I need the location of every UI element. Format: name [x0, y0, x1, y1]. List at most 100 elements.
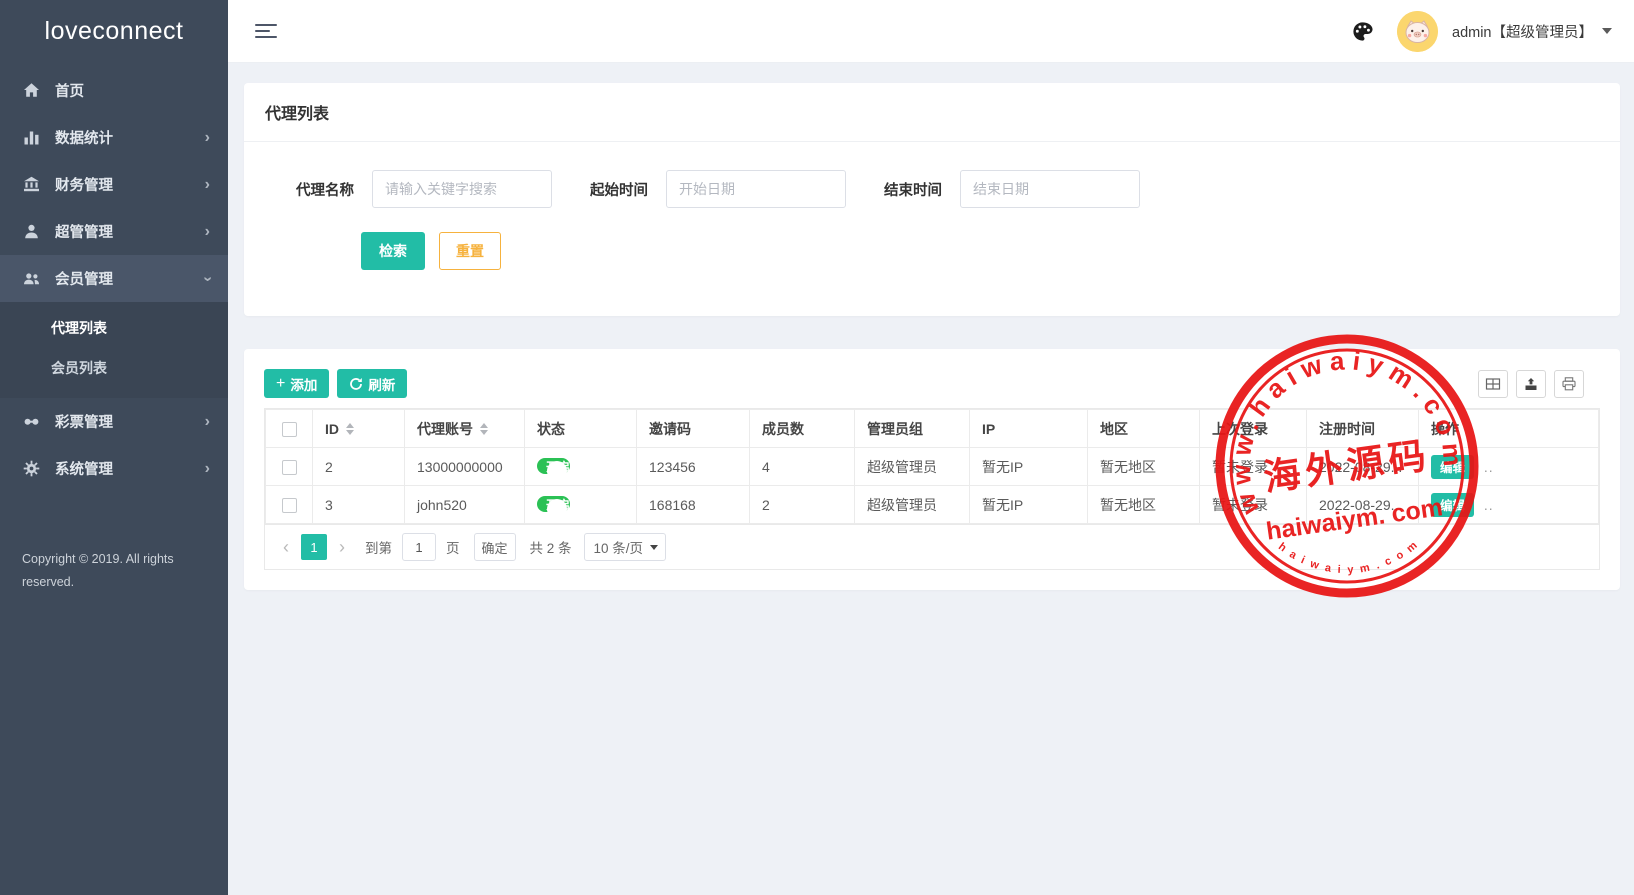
- cell-account: 13000000000: [405, 448, 525, 486]
- theme-palette-icon[interactable]: [1349, 18, 1375, 44]
- add-button[interactable]: + 添加: [264, 369, 329, 398]
- print-button[interactable]: [1554, 370, 1584, 398]
- bank-icon: [22, 176, 40, 194]
- column-header-regtime: 注册时间: [1307, 410, 1419, 448]
- users-icon: [22, 270, 40, 288]
- page-title: 代理列表: [244, 83, 1620, 142]
- sidebar-item-label: 系统管理: [55, 458, 205, 479]
- prev-page-button[interactable]: ‹: [277, 538, 295, 556]
- cell-account: john520: [405, 486, 525, 524]
- cell-id: 2: [313, 448, 405, 486]
- cell-actions: 编辑 ..: [1419, 448, 1599, 486]
- cell-invite: 123456: [637, 448, 750, 486]
- row-checkbox[interactable]: [282, 498, 297, 513]
- sidebar-item-label: 首页: [55, 80, 210, 101]
- sort-icon[interactable]: [480, 423, 488, 435]
- page-unit-label: 页: [446, 537, 460, 557]
- column-header-ip: IP: [970, 410, 1088, 448]
- table-card: + 添加 刷新: [244, 349, 1620, 590]
- sidebar-item-label: 财务管理: [55, 174, 205, 195]
- reset-button[interactable]: 重置: [439, 232, 501, 270]
- status-toggle[interactable]: 开启: [537, 496, 570, 512]
- sidebar: loveconnect 首页 数据统计 › 财务管理 › 超: [0, 0, 228, 895]
- topbar: admin【超级管理员】: [228, 0, 1634, 63]
- cell-group: 超级管理员: [855, 486, 970, 524]
- cell-lastlogin: 暂未登录: [1200, 448, 1307, 486]
- cell-regtime: 2022-08-29...: [1307, 486, 1419, 524]
- select-all-checkbox[interactable]: [282, 422, 297, 437]
- end-date-input[interactable]: [960, 170, 1140, 208]
- sidebar-item-label: 会员管理: [55, 268, 205, 289]
- sidebar-item-system[interactable]: 系统管理 ›: [0, 445, 228, 492]
- sidebar-item-members[interactable]: 会员管理 ›: [0, 255, 228, 302]
- home-icon: [22, 82, 40, 100]
- next-page-button[interactable]: ›: [333, 538, 351, 556]
- toggle-knob: [547, 461, 567, 481]
- export-button[interactable]: [1516, 370, 1546, 398]
- cell-lastlogin: 暂未登录: [1200, 486, 1307, 524]
- printer-icon: [1561, 376, 1577, 392]
- column-header-status: 状态: [525, 410, 637, 448]
- column-header-invite: 邀请码: [637, 410, 750, 448]
- cell-regtime: 2022-08-29...: [1307, 448, 1419, 486]
- sidebar-subitem-agent-list[interactable]: 代理列表: [0, 308, 228, 348]
- column-header-region: 地区: [1088, 410, 1200, 448]
- start-date-input[interactable]: [666, 170, 846, 208]
- goto-page-input[interactable]: [402, 533, 436, 561]
- sidebar-item-lottery[interactable]: 彩票管理 ›: [0, 398, 228, 445]
- refresh-button[interactable]: 刷新: [337, 369, 407, 398]
- status-toggle[interactable]: 开启: [537, 458, 570, 474]
- column-header-group: 管理员组: [855, 410, 970, 448]
- agent-table: ID 代理账号 状态 邀请码 成员数 管理员组 IP 地区: [264, 408, 1600, 525]
- cell-ip: 暂无IP: [970, 486, 1088, 524]
- total-count-label: 共 2 条: [530, 537, 572, 557]
- goto-page-label: 到第: [365, 537, 392, 557]
- chevron-right-icon: ›: [205, 177, 210, 193]
- chevron-right-icon: ›: [205, 130, 210, 146]
- agent-name-input[interactable]: [372, 170, 552, 208]
- columns-toggle-button[interactable]: [1478, 370, 1508, 398]
- search-button[interactable]: 检索: [361, 232, 425, 270]
- table-row: 3 john520 开启 168168 2 超级管理员 暂无IP 暂无地区: [266, 486, 1599, 524]
- edit-button[interactable]: 编辑: [1431, 493, 1474, 517]
- goto-confirm-button[interactable]: 确定: [474, 533, 516, 561]
- filter-card: 代理列表 代理名称 起始时间 结束时间 检索 重置: [244, 83, 1620, 316]
- sidebar-item-home[interactable]: 首页: [0, 67, 228, 114]
- hamburger-menu-icon[interactable]: [255, 20, 277, 42]
- actions-overflow: ..: [1484, 497, 1494, 513]
- sidebar-item-superadmin[interactable]: 超管管理 ›: [0, 208, 228, 255]
- app-logo: loveconnect: [0, 0, 228, 63]
- agent-name-label: 代理名称: [296, 179, 354, 200]
- column-header-actions: 操作: [1419, 410, 1599, 448]
- actions-overflow: ..: [1484, 459, 1494, 475]
- copyright-text: Copyright © 2019. All rights reserved.: [22, 548, 206, 594]
- sidebar-item-finance[interactable]: 财务管理 ›: [0, 161, 228, 208]
- column-header-members: 成员数: [750, 410, 855, 448]
- sort-icon[interactable]: [346, 423, 354, 435]
- topbar-right: admin【超级管理员】: [1349, 11, 1612, 52]
- column-header-account[interactable]: 代理账号: [405, 410, 525, 448]
- refresh-icon: [349, 377, 363, 391]
- chevron-right-icon: ›: [205, 414, 210, 430]
- column-header-lastlogin: 上次登录: [1200, 410, 1307, 448]
- add-button-label: 添加: [290, 374, 317, 394]
- cell-id: 3: [313, 486, 405, 524]
- sidebar-subitem-member-list[interactable]: 会员列表: [0, 348, 228, 388]
- row-checkbox[interactable]: [282, 460, 297, 475]
- main-content: 代理列表 代理名称 起始时间 结束时间 检索 重置 + 添加: [228, 63, 1634, 895]
- cell-group: 超级管理员: [855, 448, 970, 486]
- cell-region: 暂无地区: [1088, 448, 1200, 486]
- avatar[interactable]: [1397, 11, 1438, 52]
- sidebar-item-label: 超管管理: [55, 221, 205, 242]
- column-header-id[interactable]: ID: [313, 410, 405, 448]
- sidebar-item-statistics[interactable]: 数据统计 ›: [0, 114, 228, 161]
- cell-ip: 暂无IP: [970, 448, 1088, 486]
- sidebar-item-label: 彩票管理: [55, 411, 205, 432]
- user-menu[interactable]: admin【超级管理员】: [1452, 21, 1593, 42]
- user-dropdown-caret-icon[interactable]: [1602, 28, 1612, 34]
- page-number-button[interactable]: 1: [301, 534, 327, 560]
- export-icon: [1523, 376, 1539, 392]
- sidebar-item-label: 数据统计: [55, 127, 205, 148]
- page-size-select[interactable]: 10 条/页: [584, 533, 667, 561]
- edit-button[interactable]: 编辑: [1431, 455, 1474, 479]
